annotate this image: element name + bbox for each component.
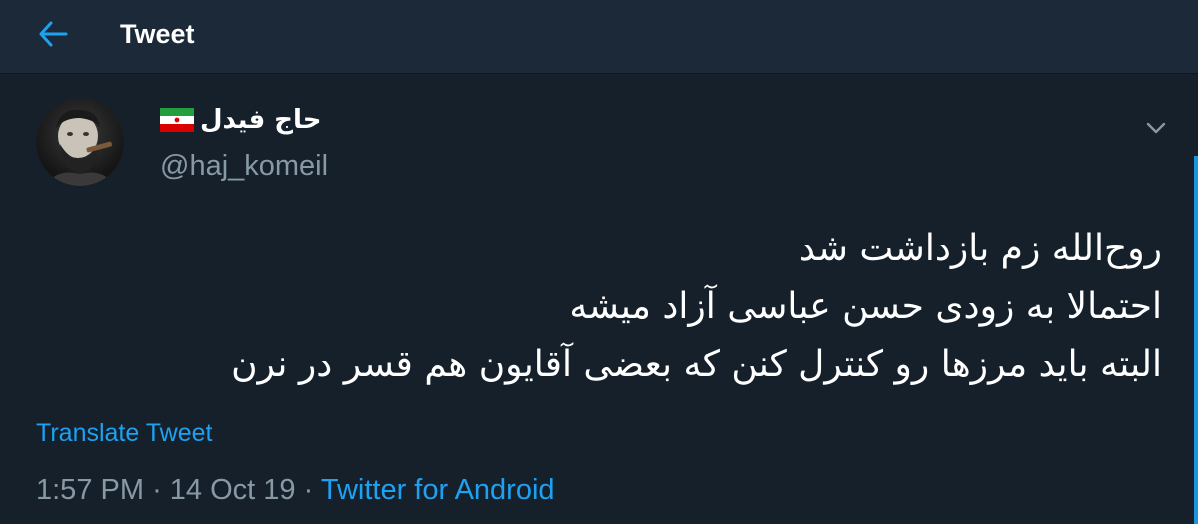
tweet-line: روح‌الله زم بازداشت شد <box>798 228 1162 269</box>
arrow-left-icon <box>39 21 68 47</box>
meta-separator: · <box>152 474 162 506</box>
chevron-down-icon <box>1146 122 1166 134</box>
tweet-line: البته باید مرزها رو کنترل کنن که بعضی آق… <box>231 344 1162 385</box>
scrollbar[interactable] <box>1194 156 1198 524</box>
avatar-photo <box>36 98 124 186</box>
author-name-row[interactable]: حاج فیدل <box>160 102 322 138</box>
top-bar: Tweet <box>0 0 1198 74</box>
tweet-time: 1:57 PM <box>36 474 144 506</box>
author-handle[interactable]: @haj_komeil <box>160 148 328 184</box>
translate-tweet-link[interactable]: Translate Tweet <box>36 416 212 450</box>
iran-flag-icon <box>160 108 194 132</box>
meta-separator: · <box>303 474 314 506</box>
tweet-text: روح‌الله زم بازداشت شد احتمالا به زودی ح… <box>62 220 1162 394</box>
tweet-detail: حاج فیدل @haj_komeil روح‌الله زم بازداشت… <box>0 74 1198 524</box>
avatar[interactable] <box>36 98 124 186</box>
tweet-source-link[interactable]: Twitter for Android <box>321 474 555 506</box>
tweet-meta: 1:57 PM · 14 Oct 19 · Twitter for Androi… <box>36 470 555 510</box>
tweet-line: احتمالا به زودی حسن عباسی آزاد میشه <box>569 286 1162 327</box>
tweet-date: 14 Oct 19 <box>169 474 296 506</box>
page-title: Tweet <box>120 19 195 49</box>
back-button[interactable] <box>30 14 76 54</box>
tweet-menu-button[interactable] <box>1140 112 1172 144</box>
author-display-name: حاج فیدل <box>200 105 322 135</box>
